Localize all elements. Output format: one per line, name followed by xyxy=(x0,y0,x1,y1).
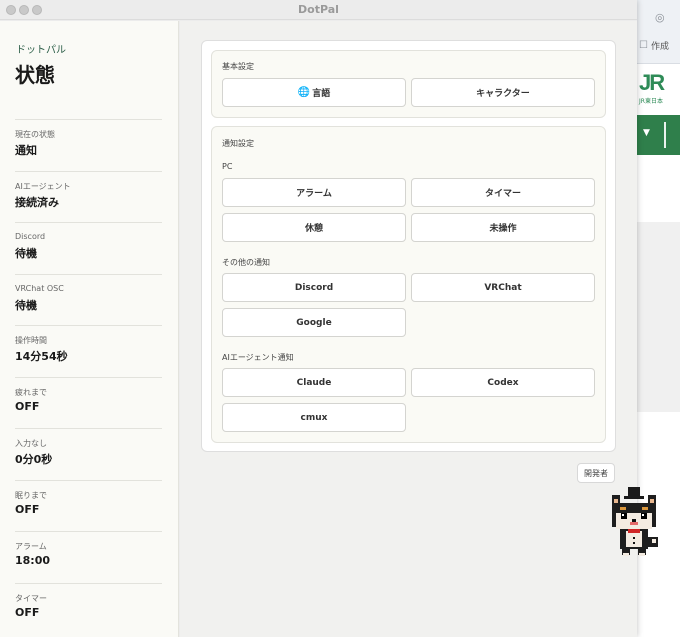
status-item-until-sleep: 眠りまで OFF xyxy=(15,480,162,532)
character-button[interactable]: キャラクター xyxy=(411,78,595,107)
settings-card: 基本設定 🌐 言語 キャラクター 通知設定 PC アラーム タイマー 休憩 未操… xyxy=(201,40,616,452)
status-item-timer: タイマー OFF xyxy=(15,583,162,635)
timer-button[interactable]: タイマー xyxy=(411,178,595,207)
alarm-button[interactable]: アラーム xyxy=(222,178,406,207)
status-value: OFF xyxy=(15,606,40,619)
section-title: 基本設定 xyxy=(222,62,254,71)
shiba-mascot-icon xyxy=(612,487,658,556)
status-label: タイマー xyxy=(15,594,47,603)
globe-icon: 🌐 xyxy=(297,87,311,98)
status-value: OFF xyxy=(15,400,40,413)
vrchat-button[interactable]: VRChat xyxy=(411,273,595,302)
status-value: 待機 xyxy=(15,247,37,260)
status-label: 眠りまで xyxy=(15,491,47,500)
status-value: 待機 xyxy=(15,299,37,312)
codex-button[interactable]: Codex xyxy=(411,368,595,397)
section-title: 通知設定 xyxy=(222,139,254,148)
language-label: 言語 xyxy=(312,89,331,99)
nav-divider xyxy=(664,122,666,148)
status-label: Discord xyxy=(15,232,46,241)
settings-content: 基本設定 🌐 言語 キャラクター 通知設定 PC アラーム タイマー 休憩 未操… xyxy=(180,21,637,637)
status-value: 18:00 xyxy=(15,554,51,567)
status-item-operation-time: 操作時間 14分54秒 xyxy=(15,325,162,377)
background-app-toolbar: ◎ ☐ 作成 xyxy=(637,0,680,64)
status-value: 0分0秒 xyxy=(15,453,53,466)
google-button[interactable]: Google xyxy=(222,308,406,337)
status-label: AIエージェント xyxy=(15,182,71,191)
developer-button[interactable]: 開発者 xyxy=(577,463,615,483)
dropdown-caret-icon[interactable]: ▼ xyxy=(643,128,650,138)
cmux-button[interactable]: cmux xyxy=(222,403,406,432)
status-item-no-input: 入力なし 0分0秒 xyxy=(15,428,162,480)
ai-agent-notifications-title: AIエージェント通知 xyxy=(222,353,294,362)
status-value: 接続済み xyxy=(15,196,59,209)
status-label: 入力なし xyxy=(15,439,47,448)
title-bar[interactable]: DotPal xyxy=(0,0,637,20)
background-nav-bar: ▼ xyxy=(637,115,680,155)
discord-button[interactable]: Discord xyxy=(222,273,406,302)
status-item-ai-agent: AIエージェント 接続済み xyxy=(15,171,162,223)
mascot-character[interactable] xyxy=(606,485,664,567)
window-title: DotPal xyxy=(298,3,339,16)
background-panel xyxy=(637,222,680,412)
status-value: OFF xyxy=(15,503,40,516)
app-name: ドットパル xyxy=(16,45,66,56)
status-sidebar: ドットパル 状態 現在の状態 通知 AIエージェント 接続済み Discord … xyxy=(0,21,179,637)
status-value: 14分54秒 xyxy=(15,350,68,363)
other-notifications-title: その他の通知 xyxy=(222,258,270,267)
status-value: 通知 xyxy=(15,144,37,157)
create-label[interactable]: 作成 xyxy=(651,39,669,52)
status-label: アラーム xyxy=(15,542,47,551)
status-label: VRChat OSC xyxy=(15,284,64,293)
camera-icon[interactable]: ◎ xyxy=(655,11,665,24)
status-item-current: 現在の状態 通知 xyxy=(15,119,162,171)
dotpal-window: DotPal ドットパル 状態 現在の状態 通知 AIエージェント 接続済み D… xyxy=(0,0,637,637)
status-item-alarm: アラーム 18:00 xyxy=(15,531,162,583)
page-title: 状態 xyxy=(15,63,55,87)
rest-button[interactable]: 休憩 xyxy=(222,213,406,242)
status-label: 疲れまで xyxy=(15,388,47,397)
status-item-until-tired: 疲れまで OFF xyxy=(15,377,162,429)
notification-settings-section: 通知設定 PC アラーム タイマー 休憩 未操作 その他の通知 Discord … xyxy=(211,126,606,443)
jr-logo: JR JR東日本 xyxy=(639,70,665,105)
basic-settings-section: 基本設定 🌐 言語 キャラクター xyxy=(211,50,606,118)
status-item-discord: Discord 待機 xyxy=(15,222,162,274)
checkbox-icon[interactable]: ☐ xyxy=(639,40,648,51)
pc-subsection-title: PC xyxy=(222,162,233,171)
status-label: 操作時間 xyxy=(15,336,47,345)
status-label: 現在の状態 xyxy=(15,130,55,139)
language-button[interactable]: 🌐 言語 xyxy=(222,78,406,107)
idle-button[interactable]: 未操作 xyxy=(411,213,595,242)
claude-button[interactable]: Claude xyxy=(222,368,406,397)
status-item-vrchat-osc: VRChat OSC 待機 xyxy=(15,274,162,326)
